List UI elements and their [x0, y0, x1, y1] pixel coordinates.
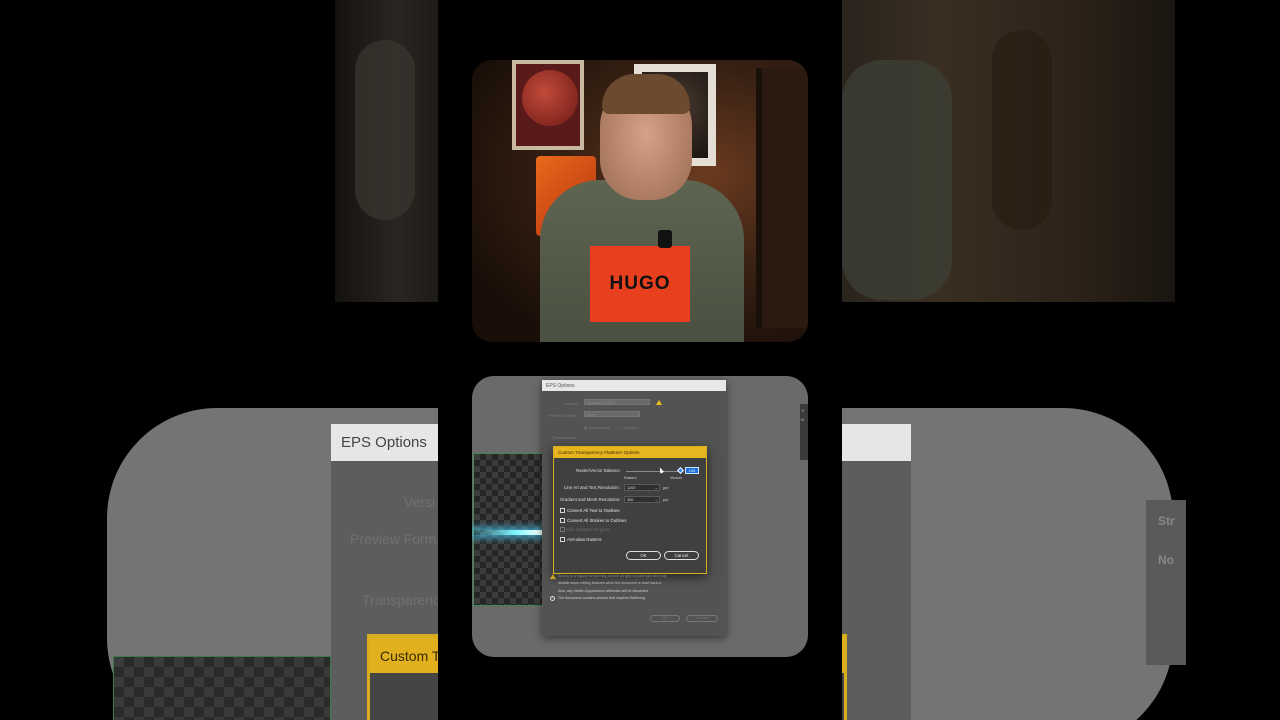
line-art-resolution-field[interactable]: 1200 ⌄	[624, 484, 660, 491]
vectors-label: Vectors	[670, 476, 682, 480]
eps-dialog-title: EPS Options	[542, 380, 726, 391]
blurred-checkerboard	[113, 656, 331, 720]
slider-thumb[interactable]	[676, 466, 685, 475]
raster-vector-balance-label: Raster/Vector Balance:	[576, 468, 621, 473]
blurred-shape	[355, 40, 415, 220]
info-icon: i	[550, 596, 555, 601]
legacy-warning-line-2: disable some editing features when the d…	[558, 581, 663, 585]
transparency-label: Transparency	[552, 435, 577, 440]
lavalier-mic	[658, 230, 672, 248]
radio-transparent[interactable]: ◉ Transparent	[584, 425, 610, 430]
convert-strokes-outlines-label: Convert All Strokes to Outlines	[567, 518, 627, 523]
balance-value-field[interactable]: 100	[685, 467, 699, 474]
shirt-logo: HUGO	[590, 246, 690, 322]
blurred-panel-text-top: Str	[1158, 514, 1175, 528]
line-art-unit: ppi	[663, 485, 669, 490]
blurred-shape	[842, 60, 952, 300]
convert-strokes-outlines-checkbox[interactable]	[560, 518, 565, 523]
radio-opaque[interactable]: ○ Opaque	[620, 425, 638, 430]
version-select[interactable]: Illustrator 10 EPS	[584, 399, 650, 405]
preview-format-select[interactable]: None	[584, 411, 640, 417]
anti-alias-rasters-checkbox[interactable]	[560, 537, 565, 542]
clip-complex-regions-label: Clip Complex Regions	[567, 527, 611, 532]
clip-complex-regions-checkbox	[560, 527, 565, 532]
eps-ok-button[interactable]: OK	[650, 615, 680, 622]
illustrator-screenshot: Tr N EPS Options Version: Illustrator 10 …	[472, 376, 808, 657]
flattening-info: The document contains artwork that requi…	[558, 596, 646, 600]
wall-poster	[512, 60, 584, 150]
convert-text-outlines-checkbox[interactable]	[560, 508, 565, 513]
blurred-preview-label: Preview Form	[350, 531, 437, 547]
presenter-video: HUGO	[472, 60, 808, 342]
stage: EPS Options Versi Preview Form Transpare…	[0, 0, 1280, 720]
warning-icon	[550, 574, 556, 579]
blurred-background-top-left	[335, 0, 438, 302]
warning-icon	[656, 400, 662, 405]
radio-opaque-label: Opaque	[623, 425, 638, 430]
gradient-mesh-resolution-label: Gradient and Mesh Resolution:	[560, 497, 621, 502]
version-label: Version:	[564, 401, 579, 406]
flattener-cancel-button[interactable]: Cancel	[664, 551, 699, 560]
custom-flattener-dialog: Custom Transparency Flattener Options Ra…	[553, 446, 707, 574]
glowing-line-artwork	[473, 530, 543, 535]
custom-flattener-title: Custom Transparency Flattener Options	[554, 447, 706, 458]
blurred-panel-text-bottom: No	[1158, 553, 1174, 567]
blurred-right-panel: Str No	[1146, 500, 1186, 665]
blurred-background-top-right	[842, 0, 1175, 302]
raster-vector-slider[interactable]	[626, 471, 682, 472]
rasters-label: Rasters	[624, 476, 637, 480]
line-art-resolution-value: 1200	[627, 486, 636, 490]
blurred-version-label: Versi	[404, 494, 436, 510]
blurred-shape	[992, 30, 1052, 230]
eps-cancel-button[interactable]: Cancel	[686, 615, 718, 622]
legacy-warning-line-3: Also, any hidden Appearance attributes w…	[558, 589, 650, 593]
gradient-mesh-resolution-value: 300	[627, 498, 634, 502]
planet-graphic	[522, 70, 578, 126]
line-art-resolution-label: Line Art and Text Resolution:	[564, 485, 620, 490]
convert-text-outlines-label: Convert All Text to Outlines	[567, 508, 620, 513]
presenter-hair	[602, 74, 690, 114]
radio-transparent-label: Transparent	[588, 425, 610, 430]
chevron-down-icon: ⌄	[654, 497, 658, 502]
bookshelf	[756, 68, 808, 328]
preview-format-label: Preview Format:	[548, 413, 578, 418]
blurred-transparency-label: Transparenc	[362, 592, 441, 608]
side-panel: Tr N	[800, 404, 808, 460]
chevron-down-icon: ⌄	[654, 485, 658, 490]
gradient-mesh-unit: ppi	[663, 497, 669, 502]
gradient-mesh-resolution-field[interactable]: 300 ⌄	[624, 496, 660, 503]
anti-alias-rasters-label: Anti-alias Rasters	[567, 537, 602, 542]
flattener-ok-button[interactable]: OK	[626, 551, 661, 560]
